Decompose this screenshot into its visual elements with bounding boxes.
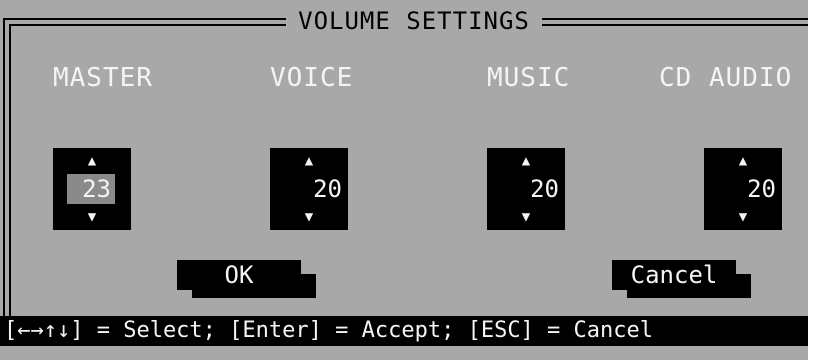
master-label: MASTER bbox=[53, 63, 153, 93]
music-volume-spinner[interactable]: ▲ 20 ▼ bbox=[487, 148, 565, 230]
up-arrow-icon[interactable]: ▲ bbox=[53, 150, 131, 172]
cancel-button[interactable]: Cancel bbox=[612, 260, 736, 290]
master-volume-spinner[interactable]: ▲ 23 ▼ bbox=[53, 148, 131, 230]
up-arrow-icon[interactable]: ▲ bbox=[704, 150, 782, 172]
music-label: MUSIC bbox=[487, 63, 571, 93]
window-edge bbox=[808, 0, 814, 360]
down-arrow-icon[interactable]: ▼ bbox=[53, 206, 131, 228]
status-bar-hint: [←→↑↓] = Select; [Enter] = Accept; [ESC]… bbox=[0, 316, 814, 346]
down-arrow-icon[interactable]: ▼ bbox=[487, 206, 565, 228]
music-volume-value[interactable]: 20 bbox=[501, 174, 563, 204]
ok-button[interactable]: OK bbox=[177, 260, 301, 290]
cd-audio-label: CD AUDIO bbox=[659, 63, 793, 93]
cd-audio-volume-value[interactable]: 20 bbox=[718, 174, 780, 204]
dialog-title: VOLUME SETTINGS bbox=[286, 3, 542, 39]
up-arrow-icon[interactable]: ▲ bbox=[487, 150, 565, 172]
voice-label: VOICE bbox=[270, 63, 354, 93]
voice-volume-spinner[interactable]: ▲ 20 ▼ bbox=[270, 148, 348, 230]
cd-audio-volume-spinner[interactable]: ▲ 20 ▼ bbox=[704, 148, 782, 230]
master-volume-value[interactable]: 23 bbox=[67, 174, 115, 204]
voice-volume-value[interactable]: 20 bbox=[284, 174, 346, 204]
down-arrow-icon[interactable]: ▼ bbox=[270, 206, 348, 228]
up-arrow-icon[interactable]: ▲ bbox=[270, 150, 348, 172]
volume-settings-dialog: VOLUME SETTINGS MASTER VOICE MUSIC CD AU… bbox=[0, 0, 814, 360]
down-arrow-icon[interactable]: ▼ bbox=[704, 206, 782, 228]
